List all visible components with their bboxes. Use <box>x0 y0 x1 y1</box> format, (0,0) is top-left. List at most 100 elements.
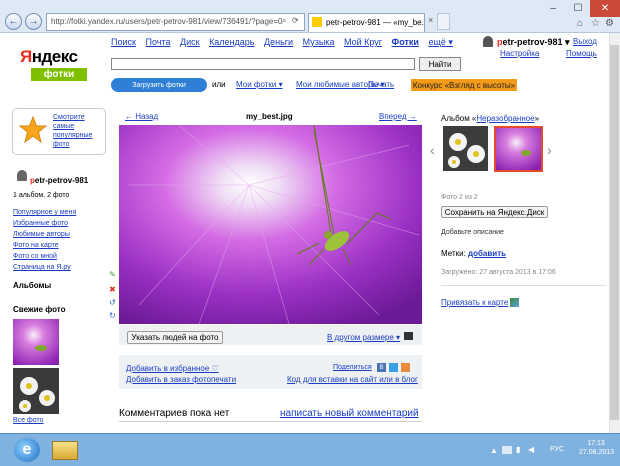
all-photos-link[interactable]: Все фото <box>13 417 44 424</box>
tools-gear-icon[interactable]: ⚙ <box>605 18 614 29</box>
nav-music[interactable]: Музыка <box>303 37 335 47</box>
embed-code-link[interactable]: Код для вставки на сайт или в блог <box>287 375 418 384</box>
popular-line-3: популярные <box>53 132 93 139</box>
left-link-fav-authors[interactable]: Любимые авторы <box>13 231 70 238</box>
windows-taskbar <box>0 433 620 466</box>
profile-name[interactable]: petr-petrov-981 <box>30 176 88 185</box>
album-link[interactable]: Неразобранное <box>476 114 534 123</box>
clock[interactable]: 17:13 27.08.2013 <box>579 440 614 456</box>
tray-arrow-icon[interactable]: ▲ <box>490 446 498 455</box>
yandex-services-nav: Поиск Почта Диск Календарь Деньги Музыка… <box>111 37 460 48</box>
explorer-folder-icon[interactable] <box>52 441 78 460</box>
save-to-disk-button[interactable]: Сохранить на Яндекс.Диск <box>441 206 548 218</box>
nav-more[interactable]: ещё ▾ <box>428 37 452 47</box>
left-link-map[interactable]: Фото на карте <box>13 242 59 249</box>
bind-to-map-link[interactable]: Привязать к карте <box>441 298 508 307</box>
search-input[interactable] <box>111 58 415 70</box>
left-link-yaru[interactable]: Страница на Я.ру <box>13 264 71 271</box>
fresh-photos-heading: Свежие фото <box>13 305 66 314</box>
tag-people-button[interactable]: Указать людей на фото <box>127 331 223 344</box>
left-link-popular[interactable]: Популярное у меня <box>13 209 76 216</box>
vk-share-icon[interactable]: B <box>377 363 386 372</box>
nav-money[interactable]: Деньги <box>264 37 293 47</box>
forward-icon[interactable]: → <box>25 13 42 30</box>
star-icon <box>19 116 47 144</box>
thumbs-prev-icon[interactable]: ‹ <box>430 142 435 158</box>
maximize-icon[interactable]: ☐ <box>565 0 591 17</box>
fresh-thumb-purple[interactable] <box>13 319 59 365</box>
tray-network-icon[interactable]: ▮ <box>516 445 520 454</box>
upload-photos-button[interactable]: Загрузить фотки <box>111 78 207 92</box>
fullscreen-icon[interactable] <box>404 332 413 340</box>
popular-photos-box[interactable]: Смотрите самые популярные фото <box>12 108 106 155</box>
photo-counter: Фото 2 из 2 <box>441 194 478 201</box>
other-size-menu[interactable]: В другом размере ▾ <box>327 333 400 342</box>
uploaded-date: Загружено: 27 августа 2013 в 17:06 <box>441 269 556 276</box>
nav-calendar[interactable]: Календарь <box>209 37 254 47</box>
logo-yandex-text: ндекс <box>31 47 78 66</box>
my-photos-menu[interactable]: Мои фотки ▾ <box>236 80 283 89</box>
tags-label: Метки: <box>441 249 466 258</box>
refresh-icon[interactable]: ⟳ <box>292 16 299 25</box>
left-link-with-me[interactable]: Фото со мной <box>13 253 57 260</box>
add-description-link[interactable]: Добавьте описание <box>441 229 504 236</box>
album-thumb-daisies[interactable] <box>443 126 488 171</box>
comments-divider <box>119 421 422 422</box>
find-button[interactable]: Найти <box>419 57 461 71</box>
add-print-link[interactable]: Добавить в заказ фотопечати <box>126 375 236 384</box>
rotate-right-icon[interactable]: ↻ <box>108 311 117 320</box>
main-photo[interactable] <box>119 125 422 324</box>
input-language[interactable]: РУС <box>550 446 564 453</box>
search-icon[interactable]: ⌕ <box>282 16 286 26</box>
contest-banner[interactable]: Конкурс «Взгляд с высоты» <box>411 79 517 91</box>
delete-icon[interactable]: ✖ <box>108 285 117 294</box>
album-thumb-purple-selected[interactable] <box>494 126 543 172</box>
new-tab-button[interactable] <box>437 13 450 30</box>
user-avatar-icon <box>483 36 493 47</box>
settings-link[interactable]: Настройка <box>500 49 539 58</box>
logo-letter-y: Я <box>20 47 32 66</box>
left-link-favorites[interactable]: Избранные фото <box>13 220 68 227</box>
albums-heading[interactable]: Альбомы <box>13 281 51 290</box>
back-icon[interactable]: ← <box>5 13 22 30</box>
nav-fotki[interactable]: Фотки <box>392 37 419 47</box>
prev-photo-link[interactable]: ← Назад <box>125 112 158 121</box>
print-link[interactable]: Печать <box>368 80 394 89</box>
add-tags-link[interactable]: добавить <box>468 249 506 258</box>
tray-flag-icon[interactable] <box>502 446 512 454</box>
address-bar[interactable]: http://fotki.yandex.ru/users/petr-petrov… <box>46 13 305 31</box>
close-tab-icon[interactable]: × <box>428 15 433 25</box>
popular-line-4: фото <box>53 141 70 148</box>
ie-taskbar-icon[interactable]: e <box>14 438 40 462</box>
yandex-fotki-logo[interactable]: Яндекс фотки <box>20 47 102 92</box>
rotate-left-icon[interactable]: ↺ <box>108 298 117 307</box>
tray-volume-icon[interactable]: ◀ <box>528 445 534 454</box>
minimize-icon[interactable]: – <box>540 0 566 17</box>
close-window-icon[interactable]: ✕ <box>590 0 620 17</box>
scrollbar-thumb[interactable] <box>610 45 619 420</box>
popular-line-2: самые <box>53 123 75 130</box>
browser-tab[interactable]: petr-petrov-981 — «my_be... <box>308 13 425 32</box>
no-comments-text: Комментариев пока нет <box>119 408 230 419</box>
pencil-icon[interactable]: ✎ <box>108 270 117 279</box>
favorites-star-icon[interactable]: ☆ <box>591 18 600 29</box>
share-link[interactable]: Поделиться <box>333 364 372 371</box>
logout-link[interactable]: Выход <box>573 37 597 46</box>
twitter-share-icon[interactable] <box>389 363 398 372</box>
next-photo-link[interactable]: Вперед → <box>379 112 417 121</box>
write-comment-link[interactable]: написать новый комментарий <box>280 408 419 419</box>
add-favorite-link[interactable]: Добавить в избранное ♡ <box>126 364 219 373</box>
right-divider <box>441 285 606 286</box>
user-menu[interactable]: petr-petrov-981 ▾ <box>497 37 570 48</box>
fresh-thumb-daisies[interactable] <box>13 368 59 414</box>
map-icon <box>510 298 519 307</box>
nav-search[interactable]: Поиск <box>111 37 136 47</box>
odnoklassniki-share-icon[interactable] <box>401 363 410 372</box>
home-icon[interactable]: ⌂ <box>577 18 583 29</box>
nav-mail[interactable]: Почта <box>145 37 170 47</box>
thumbs-next-icon[interactable]: › <box>547 142 552 158</box>
profile-avatar-icon <box>17 170 27 181</box>
nav-disk[interactable]: Диск <box>180 37 200 47</box>
nav-moikrug[interactable]: Мой Круг <box>344 37 382 47</box>
help-link[interactable]: Помощь <box>566 49 597 58</box>
